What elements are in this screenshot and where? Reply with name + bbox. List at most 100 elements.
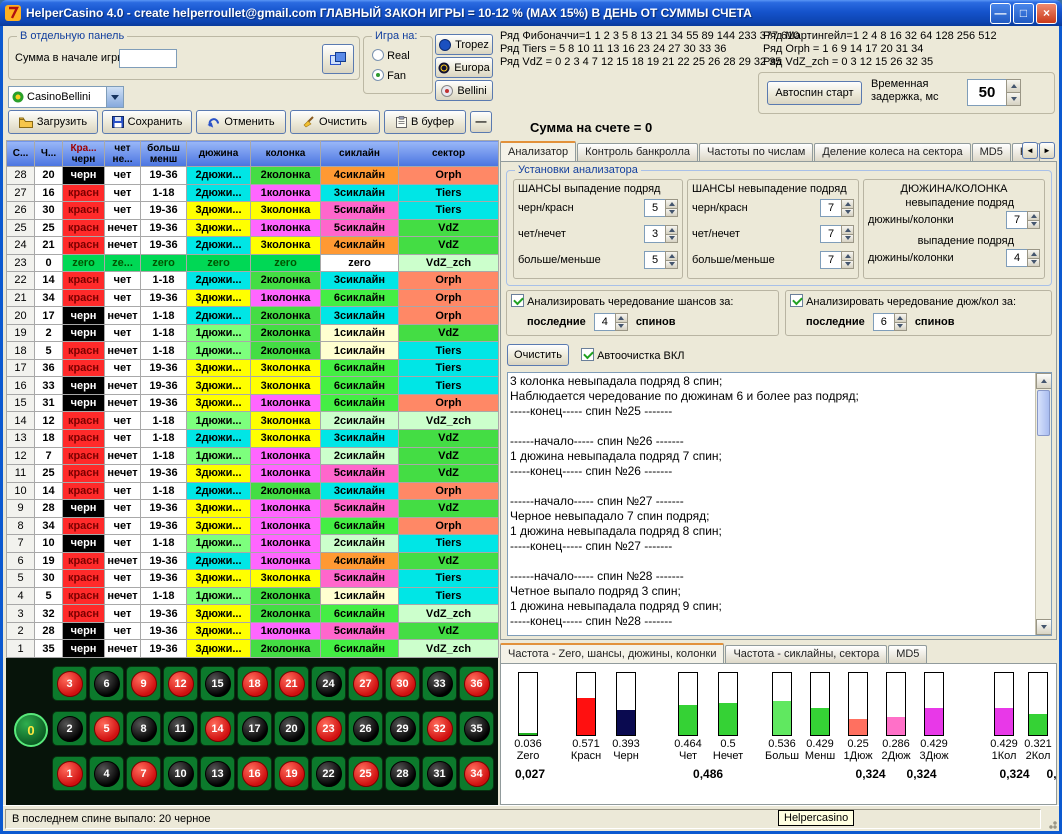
clear-log-button[interactable]: Очистить [507,344,569,366]
maximize-button[interactable]: □ [1013,3,1034,24]
collapse-button[interactable]: — [470,111,492,133]
history-row[interactable]: 228чернчет19-363дюжи...1колонка5сиклайнV… [7,622,499,640]
autoclear-checkbox[interactable]: Автоочистка ВКЛ [581,348,685,362]
board-number-31[interactable]: 31 [422,756,457,791]
column-header[interactable]: сектор [399,141,499,167]
board-number-24[interactable]: 24 [311,666,346,701]
board-number-28[interactable]: 28 [385,756,420,791]
history-row[interactable]: 127красннечет1-181дюжи...1колонка2сиклай… [7,447,499,465]
board-number-11[interactable]: 11 [163,711,198,746]
spinner-up-down[interactable] [615,313,628,331]
column-header[interactable]: Кра...черн [63,141,105,167]
board-number-15[interactable]: 15 [200,666,235,701]
board-number-33[interactable]: 33 [422,666,457,701]
board-number-22[interactable]: 22 [311,756,346,791]
board-number-36[interactable]: 36 [459,666,494,701]
history-row[interactable]: 619красннечет19-362дюжи...1колонка4сикла… [7,552,499,570]
history-row[interactable]: 2716краснчет1-182дюжи...1колонка3сиклайн… [7,184,499,202]
high-low-miss-spinner[interactable]: 7 [820,251,854,269]
board-number-7[interactable]: 7 [126,756,161,791]
column-header[interactable]: сиклайн [321,141,399,167]
save-button[interactable]: Сохранить [102,110,192,134]
column-header[interactable]: четне... [105,141,141,167]
undo-button[interactable]: Отменить [196,110,286,134]
column-header[interactable]: большменш [141,141,187,167]
board-number-10[interactable]: 10 [163,756,198,791]
spinner-up-down[interactable] [665,251,678,269]
delay-spinner[interactable]: 50 [967,79,1021,106]
spinner-up-down[interactable] [841,251,854,269]
dozen-column-miss-spinner[interactable]: 7 [1006,211,1040,229]
column-header[interactable]: дюжина [187,141,251,167]
dozen-alternation-spinner[interactable]: 6 [873,313,907,331]
history-row[interactable]: 192чернчет1-181дюжи...2колонка1сиклайнVd… [7,324,499,342]
main-tab-4[interactable]: Деление колеса на сектора [814,143,970,161]
board-number-16[interactable]: 16 [237,756,272,791]
scrollbar-thumb[interactable] [1037,390,1050,436]
board-number-20[interactable]: 20 [274,711,309,746]
resize-grip[interactable] [1044,816,1057,829]
europa-button[interactable]: Europa [435,57,493,78]
history-row[interactable]: 2820чернчет19-362дюжи...2колонка4сиклайн… [7,167,499,185]
black-red-miss-spinner[interactable]: 7 [820,199,854,217]
spinner-up-down[interactable] [841,225,854,243]
freq-tab-2[interactable]: Частота - сиклайны, сектора [725,645,887,663]
board-number-9[interactable]: 9 [126,666,161,701]
board-number-3[interactable]: 3 [52,666,87,701]
spinner-up-down[interactable] [665,225,678,243]
history-row[interactable]: 834краснчет19-363дюжи...1колонка6сиклайн… [7,517,499,535]
autospin-start-button[interactable]: Автоспин старт [767,81,862,105]
history-row[interactable]: 2134краснчет19-363дюжи...1колонка6сиклай… [7,289,499,307]
close-button[interactable]: × [1036,3,1057,24]
load-button[interactable]: Загрузить [8,110,98,134]
chevron-down-icon[interactable] [106,87,123,107]
main-tab-5[interactable]: MD5 [972,143,1011,161]
history-row[interactable]: 332краснчет19-363дюжи...2колонка6сиклайн… [7,605,499,623]
analyzer-log[interactable]: 3 колонка невыпадала подряд 8 спин; Набл… [507,372,1052,636]
board-number-35[interactable]: 35 [459,711,494,746]
start-sum-input[interactable] [119,49,177,68]
board-number-2[interactable]: 2 [52,711,87,746]
main-tab-1[interactable]: Анализатор [500,141,576,161]
history-row[interactable]: 185красннечет1-181дюжи...2колонка1сиклай… [7,342,499,360]
history-row[interactable]: 928чернчет19-363дюжи...1колонка5сиклайнV… [7,500,499,518]
history-row[interactable]: 2421красннечет19-362дюжи...3колонка4сикл… [7,237,499,255]
board-number-19[interactable]: 19 [274,756,309,791]
minimize-button[interactable]: — [990,3,1011,24]
even-odd-miss-spinner[interactable]: 7 [820,225,854,243]
chances-alternation-checkbox[interactable]: Анализировать чередование шансов за: [511,294,733,308]
column-header[interactable]: С... [7,141,35,167]
history-row[interactable]: 45красннечет1-181дюжи...2колонка1сиклайн… [7,587,499,605]
history-row[interactable]: 1318краснчет1-182дюжи...3колонка3сиклайн… [7,429,499,447]
spinner-up-down[interactable] [841,199,854,217]
board-number-14[interactable]: 14 [200,711,235,746]
copy-buffer-button[interactable]: В буфер [384,110,466,134]
column-header[interactable]: колонка [251,141,321,167]
board-number-32[interactable]: 32 [422,711,457,746]
spinner-up-down[interactable] [1006,79,1021,106]
board-number-26[interactable]: 26 [348,711,383,746]
even-odd-appear-spinner[interactable]: 3 [644,225,678,243]
board-number-5[interactable]: 5 [89,711,124,746]
log-scrollbar[interactable] [1035,373,1051,635]
high-low-appear-spinner[interactable]: 5 [644,251,678,269]
board-number-6[interactable]: 6 [89,666,124,701]
bellini-button[interactable]: Bellini [435,80,493,101]
freq-tab-1[interactable]: Частота - Zero, шансы, дюжины, колонки [500,643,724,663]
history-row[interactable]: 1125красннечет19-363дюжи...1колонка5сикл… [7,465,499,483]
chances-alternation-spinner[interactable]: 4 [594,313,628,331]
clear-table-button[interactable]: Очистить [290,110,380,134]
casino-select[interactable]: CasinoBellini [8,86,124,108]
spinner-up-down[interactable] [665,199,678,217]
board-number-8[interactable]: 8 [126,711,161,746]
detach-panel-button[interactable] [322,44,354,74]
black-red-appear-spinner[interactable]: 5 [644,199,678,217]
board-number-27[interactable]: 27 [348,666,383,701]
board-number-25[interactable]: 25 [348,756,383,791]
history-row[interactable]: 530краснчет19-363дюжи...3колонка5сиклайн… [7,570,499,588]
history-row[interactable]: 230zeroze...zerozerozerozeroVdZ_zch [7,254,499,272]
scroll-up-button[interactable] [1036,373,1052,389]
tab-scroll-left-button[interactable]: ◄ [1022,142,1038,159]
board-number-34[interactable]: 34 [459,756,494,791]
column-header[interactable]: Ч... [35,141,63,167]
